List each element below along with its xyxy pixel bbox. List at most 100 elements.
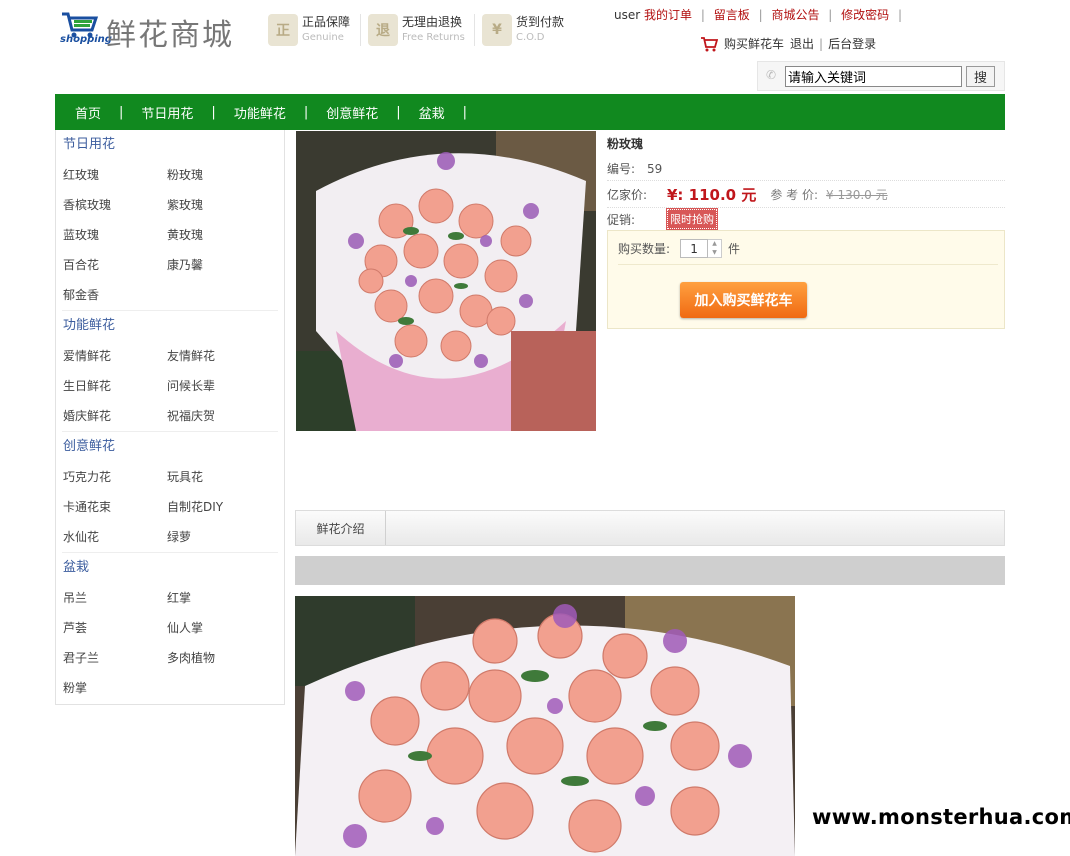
nav-function[interactable]: 功能鲜花 bbox=[234, 103, 286, 122]
category-item[interactable]: 玩具花 bbox=[166, 462, 270, 492]
stepper-up-icon[interactable]: ▲ bbox=[708, 240, 721, 249]
content-header-bar bbox=[295, 556, 1005, 585]
price-row: 亿家价: ¥: 110.0 元 参 考 价: ¥ 130.0 元 bbox=[607, 181, 1005, 208]
nav-creative[interactable]: 创意鲜花 bbox=[326, 103, 378, 122]
site-logo[interactable]: shopping 鲜花商城 bbox=[60, 8, 250, 53]
category-item[interactable]: 红掌 bbox=[166, 583, 270, 613]
add-to-cart-button[interactable]: 加入购买鲜花车 bbox=[680, 282, 807, 318]
notice-link[interactable]: 商城公告 bbox=[771, 8, 819, 22]
category-item[interactable]: 郁金香 bbox=[62, 280, 166, 310]
quantity-label: 购买数量: bbox=[618, 242, 671, 256]
search-box: ✆ 搜 bbox=[757, 61, 1005, 91]
guarantee-label: 无理由退换 bbox=[402, 15, 463, 29]
guarantee-cod: ¥ 货到付款 C.O.D bbox=[482, 12, 564, 48]
category-title[interactable]: 盆栽 bbox=[62, 553, 278, 583]
phone-icon: ✆ bbox=[766, 68, 777, 82]
quantity-stepper[interactable]: ▲ ▼ bbox=[708, 239, 723, 258]
watermark: www.monsterhua.com bbox=[812, 805, 1070, 829]
category-item[interactable]: 问候长辈 bbox=[166, 371, 270, 401]
change-password-link[interactable]: 修改密码 bbox=[841, 8, 889, 22]
admin-login-link[interactable]: 后台登录 bbox=[828, 35, 876, 52]
cart-link[interactable]: 购买鲜花车 bbox=[724, 35, 784, 52]
product-image[interactable] bbox=[296, 131, 596, 431]
category-title[interactable]: 节日用花 bbox=[62, 130, 278, 160]
category-item[interactable]: 自制花DIY bbox=[166, 492, 270, 522]
product-name: 粉玫瑰 bbox=[607, 137, 644, 151]
username: user bbox=[614, 8, 641, 22]
category-item[interactable]: 巧克力花 bbox=[62, 462, 166, 492]
category-item[interactable]: 黄玫瑰 bbox=[166, 220, 270, 250]
quantity-input[interactable]: 1 bbox=[680, 239, 709, 258]
product-id-label: 编号: bbox=[607, 162, 636, 176]
category-title[interactable]: 创意鲜花 bbox=[62, 432, 278, 462]
cart-icon bbox=[701, 36, 718, 51]
logout-link[interactable]: 退出 bbox=[790, 35, 814, 52]
promo-tag: 限时抢购 bbox=[666, 208, 718, 230]
brand-name: 鲜花商城 bbox=[106, 18, 234, 53]
category-group: 创意鲜花 巧克力花 玩具花 卡通花束 自制花DIY 水仙花 绿萝 bbox=[62, 432, 278, 553]
price-label: 亿家价: bbox=[607, 187, 648, 202]
category-item[interactable]: 蓝玫瑰 bbox=[62, 220, 166, 250]
category-item[interactable]: 友情鲜花 bbox=[166, 341, 270, 371]
product-detail-image bbox=[295, 596, 795, 856]
purchase-box: 购买数量: 1 ▲ ▼ 件 加入购买鲜花车 bbox=[607, 230, 1005, 329]
category-sidebar: 节日用花 红玫瑰 粉玫瑰 香槟玫瑰 紫玫瑰 蓝玫瑰 黄玫瑰 百合花 康乃馨 郁金… bbox=[55, 130, 285, 705]
category-item[interactable]: 婚庆鲜花 bbox=[62, 401, 166, 431]
price-value: ¥: 110.0 元 bbox=[667, 185, 757, 204]
stepper-down-icon[interactable]: ▼ bbox=[708, 249, 721, 258]
shield-icon: 正 bbox=[268, 14, 298, 46]
category-item[interactable]: 生日鲜花 bbox=[62, 371, 166, 401]
reference-price: ¥ 130.0 元 bbox=[826, 187, 888, 202]
guarantee-label: 正品保障 bbox=[302, 15, 351, 29]
product-id: 59 bbox=[647, 161, 663, 176]
category-group: 功能鲜花 爱情鲜花 友情鲜花 生日鲜花 问候长辈 婚庆鲜花 祝福庆贺 bbox=[62, 311, 278, 432]
category-group: 节日用花 红玫瑰 粉玫瑰 香槟玫瑰 紫玫瑰 蓝玫瑰 黄玫瑰 百合花 康乃馨 郁金… bbox=[62, 130, 278, 311]
message-board-link[interactable]: 留言板 bbox=[714, 8, 750, 22]
nav-potted[interactable]: 盆栽 bbox=[419, 103, 445, 122]
reference-price-label: 参 考 价: bbox=[770, 187, 819, 202]
guarantee-label: 货到付款 bbox=[516, 15, 565, 29]
category-item[interactable]: 粉玫瑰 bbox=[166, 160, 270, 190]
quantity-row: 购买数量: 1 ▲ ▼ 件 bbox=[618, 239, 998, 265]
category-item[interactable]: 吊兰 bbox=[62, 583, 166, 613]
category-item[interactable]: 香槟玫瑰 bbox=[62, 190, 166, 220]
guarantee-sub: C.O.D bbox=[516, 32, 545, 43]
category-item[interactable]: 多肉植物 bbox=[166, 643, 270, 673]
top-links: user 我的订单 | 留言板 | 商城公告 | 修改密码 | bbox=[614, 8, 903, 22]
category-item[interactable]: 芦荟 bbox=[62, 613, 166, 643]
nav-festival[interactable]: 节日用花 bbox=[141, 103, 193, 122]
category-item[interactable]: 康乃馨 bbox=[166, 250, 270, 280]
category-item[interactable]: 粉掌 bbox=[62, 673, 166, 703]
cart-row: 购买鲜花车 退出 | 后台登录 bbox=[700, 35, 876, 52]
guarantee-genuine: 正 正品保障 Genuine bbox=[268, 12, 350, 48]
search-button[interactable]: 搜 bbox=[966, 66, 995, 87]
quantity-unit: 件 bbox=[728, 242, 741, 256]
category-item[interactable]: 绿萝 bbox=[166, 522, 270, 552]
main-nav: 首页 | 节日用花 | 功能鲜花 | 创意鲜花 | 盆栽 | bbox=[55, 94, 1005, 130]
category-item[interactable]: 红玫瑰 bbox=[62, 160, 166, 190]
category-item[interactable]: 百合花 bbox=[62, 250, 166, 280]
divider bbox=[360, 14, 361, 46]
my-orders-link[interactable]: 我的订单 bbox=[644, 8, 692, 22]
category-item[interactable]: 仙人掌 bbox=[166, 613, 270, 643]
tab-flower-intro[interactable]: 鲜花介绍 bbox=[296, 511, 386, 545]
category-item[interactable]: 君子兰 bbox=[62, 643, 166, 673]
nav-home[interactable]: 首页 bbox=[75, 103, 101, 122]
promo-row: 促销: 限时抢购 bbox=[607, 207, 1005, 231]
category-item[interactable]: 祝福庆贺 bbox=[166, 401, 270, 431]
cod-icon: ¥ bbox=[482, 14, 512, 46]
category-item[interactable]: 卡通花束 bbox=[62, 492, 166, 522]
guarantee-sub: Genuine bbox=[302, 32, 344, 43]
logo-text: shopping bbox=[60, 34, 112, 45]
category-title[interactable]: 功能鲜花 bbox=[62, 311, 278, 341]
promo-label: 促销: bbox=[607, 212, 636, 227]
guarantee-returns: 退 无理由退换 Free Returns bbox=[368, 12, 465, 48]
category-item[interactable]: 水仙花 bbox=[62, 522, 166, 552]
product-id-row: 编号: 59 bbox=[607, 157, 1005, 181]
divider bbox=[474, 14, 475, 46]
category-item[interactable]: 紫玫瑰 bbox=[166, 190, 270, 220]
guarantee-sub: Free Returns bbox=[402, 32, 465, 43]
product-tabs: 鲜花介绍 bbox=[295, 510, 1005, 546]
category-item[interactable]: 爱情鲜花 bbox=[62, 341, 166, 371]
search-input[interactable] bbox=[785, 66, 962, 87]
